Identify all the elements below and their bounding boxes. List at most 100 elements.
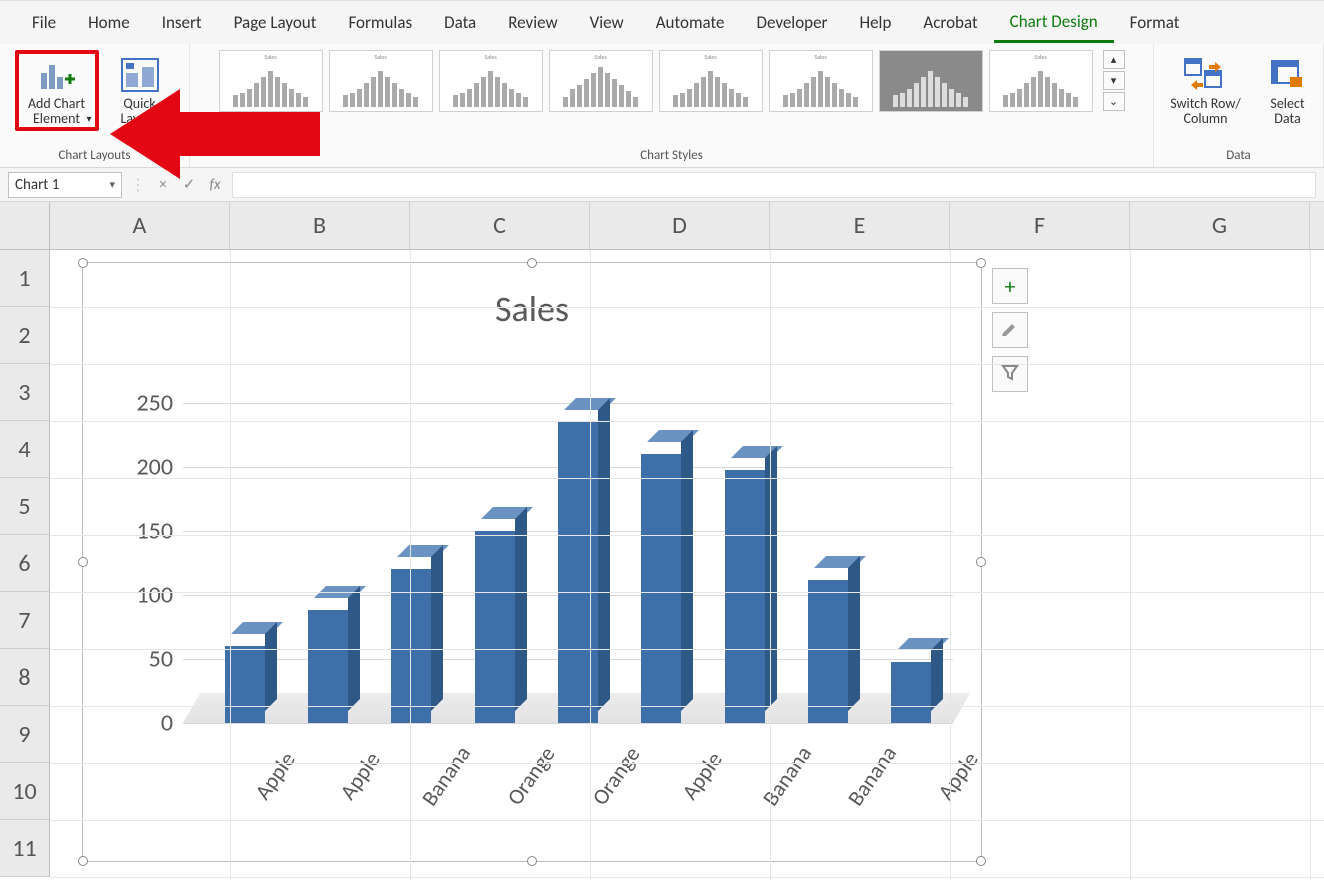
fx-icon[interactable]: fx: [206, 176, 224, 194]
chart-bar[interactable]: [475, 531, 515, 723]
row-header-10[interactable]: 10: [0, 763, 49, 820]
row-header-7[interactable]: 7: [0, 592, 49, 649]
menu-view[interactable]: View: [574, 4, 640, 41]
chart-styles-up-icon[interactable]: ▴: [1103, 50, 1125, 69]
row-header-1[interactable]: 1: [0, 250, 49, 307]
chart-x-tick-label: Apple: [666, 733, 737, 818]
row-header-8[interactable]: 8: [0, 649, 49, 706]
chart-style-thumb-1[interactable]: [219, 50, 323, 112]
menu-format[interactable]: Format: [1114, 4, 1196, 41]
resize-handle[interactable]: [527, 856, 537, 866]
resize-handle[interactable]: [78, 557, 88, 567]
menu-home[interactable]: Home: [72, 4, 146, 41]
chart-x-tick-label: Banana: [410, 733, 481, 818]
row-header-5[interactable]: 5: [0, 478, 49, 535]
chart-style-thumb-6[interactable]: [769, 50, 873, 112]
row-header-11[interactable]: 11: [0, 820, 49, 877]
chart-y-tick-label: 150: [137, 517, 174, 546]
row-headers: 1234567891011: [0, 250, 50, 877]
chart-bars: [203, 403, 953, 723]
add-chart-element-button[interactable]: Add Chart Element ▾: [15, 50, 99, 131]
chart-style-thumb-5[interactable]: [659, 50, 763, 112]
chart-x-tick-label: Apple: [325, 733, 396, 818]
chart-x-tick-label: Orange: [495, 733, 566, 818]
col-header-G[interactable]: G: [1130, 202, 1310, 249]
col-header-E[interactable]: E: [770, 202, 950, 249]
resize-handle[interactable]: [78, 258, 88, 268]
col-header-C[interactable]: C: [410, 202, 590, 249]
menu-data[interactable]: Data: [428, 4, 492, 41]
menu-file[interactable]: File: [16, 4, 72, 41]
filter-icon: [1001, 363, 1019, 386]
chart-layouts-group-label: Chart Layouts: [58, 144, 130, 165]
menu-acrobat[interactable]: Acrobat: [907, 4, 993, 41]
chart-style-thumb-3[interactable]: [439, 50, 543, 112]
switch-row-column-button[interactable]: Switch Row/ Column: [1160, 50, 1252, 131]
chart-bar[interactable]: [558, 422, 598, 723]
chart-styles-down-icon[interactable]: ▾: [1103, 71, 1125, 90]
chart-style-thumb-7[interactable]: [879, 50, 983, 112]
chart-styles-scroll[interactable]: ▴ ▾ ⌄: [1103, 50, 1125, 111]
resize-handle[interactable]: [976, 557, 986, 567]
chart-style-thumb-2[interactable]: [329, 50, 433, 112]
menu-page-layout[interactable]: Page Layout: [218, 4, 333, 41]
resize-handle[interactable]: [976, 856, 986, 866]
chart-filter-button[interactable]: [992, 356, 1028, 392]
formula-cancel-icon[interactable]: ×: [154, 176, 172, 194]
select-all-corner[interactable]: [0, 202, 50, 250]
menu-bar: FileHomeInsertPage LayoutFormulasDataRev…: [0, 0, 1324, 44]
menu-automate[interactable]: Automate: [640, 4, 741, 41]
chart-elements-plus-button[interactable]: +: [992, 268, 1028, 304]
quick-layout-button[interactable]: Quick Layout: [105, 50, 175, 131]
formula-confirm-icon[interactable]: ✓: [180, 175, 198, 194]
formula-input[interactable]: [232, 172, 1316, 198]
col-header-F[interactable]: F: [950, 202, 1130, 249]
select-data-button[interactable]: Select Data: [1258, 50, 1318, 131]
add-chart-element-icon: [34, 54, 80, 96]
menu-formulas[interactable]: Formulas: [332, 4, 428, 41]
chart-plot-area[interactable]: 050100150200250: [183, 403, 953, 723]
menu-developer[interactable]: Developer: [741, 4, 844, 41]
chart-title[interactable]: Sales: [83, 287, 981, 331]
chart-style-brush-button[interactable]: [992, 312, 1028, 348]
chart-side-buttons: +: [992, 268, 1028, 392]
switch-row-column-icon: [1183, 54, 1229, 96]
ribbon: Add Chart Element ▾ Quick Layout Chart L…: [0, 44, 1324, 168]
chevron-down-icon[interactable]: ▾: [109, 178, 115, 191]
resize-handle[interactable]: [527, 258, 537, 268]
menu-chart-design[interactable]: Chart Design: [994, 3, 1114, 43]
chart-x-tick-label: Apple: [239, 733, 310, 818]
row-header-4[interactable]: 4: [0, 421, 49, 478]
row-header-3[interactable]: 3: [0, 364, 49, 421]
menu-help[interactable]: Help: [844, 4, 908, 41]
row-header-2[interactable]: 2: [0, 307, 49, 364]
resize-handle[interactable]: [976, 258, 986, 268]
row-header-9[interactable]: 9: [0, 706, 49, 763]
col-header-A[interactable]: A: [50, 202, 230, 249]
chart-y-tick-label: 0: [161, 709, 173, 738]
chart-bar[interactable]: [641, 454, 681, 723]
data-group-label: Data: [1226, 144, 1251, 165]
chart-styles-group-label: Chart Styles: [640, 144, 703, 165]
plus-icon: +: [1005, 273, 1016, 300]
resize-handle[interactable]: [78, 856, 88, 866]
quick-layout-icon: [117, 54, 163, 96]
column-headers: ABCDEFG: [50, 202, 1324, 250]
row-header-6[interactable]: 6: [0, 535, 49, 592]
chart-bar[interactable]: [808, 580, 848, 723]
menu-insert[interactable]: Insert: [146, 4, 218, 41]
chart-style-thumb-8[interactable]: [989, 50, 1093, 112]
col-header-B[interactable]: B: [230, 202, 410, 249]
chevron-down-icon: ▾: [86, 113, 91, 124]
grid-body[interactable]: Sales 050100150200250 AppleAppleBananaOr…: [50, 250, 1324, 880]
name-box[interactable]: Chart 1 ▾: [8, 172, 122, 198]
chart-object[interactable]: Sales 050100150200250 AppleAppleBananaOr…: [82, 262, 982, 862]
chart-styles-more-icon[interactable]: ⌄: [1103, 92, 1125, 111]
menu-review[interactable]: Review: [492, 4, 573, 41]
chart-style-thumb-4[interactable]: [549, 50, 653, 112]
chart-bar[interactable]: [725, 470, 765, 723]
col-header-D[interactable]: D: [590, 202, 770, 249]
chart-bar[interactable]: [891, 662, 931, 723]
select-data-label: Select Data: [1270, 96, 1304, 127]
chart-gridline: [183, 723, 953, 724]
